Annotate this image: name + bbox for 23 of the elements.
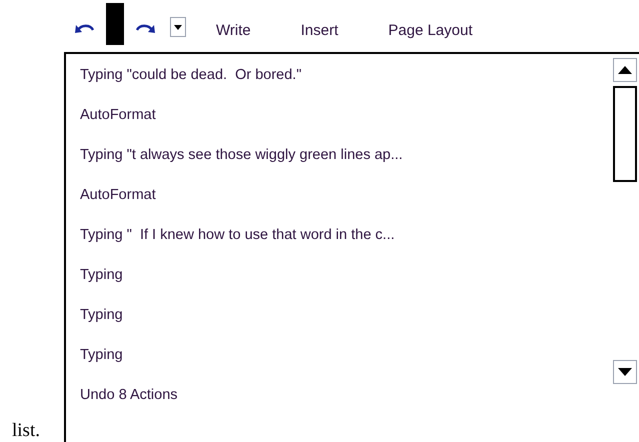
scroll-thumb[interactable] <box>613 86 637 182</box>
toolbar-separator <box>106 3 124 45</box>
caret-icon <box>174 24 182 30</box>
undo-list-item[interactable]: Typing "t always see those wiggly green lines ap... <box>80 136 609 176</box>
quick-access-dropdown[interactable] <box>170 17 186 37</box>
undo-list-item[interactable]: Typing "could be dead. Or bored." <box>80 56 609 96</box>
down-arrow-icon <box>618 368 632 376</box>
document-text: list. <box>11 421 40 442</box>
undo-list-item[interactable]: Typing <box>80 256 609 296</box>
undo-icon[interactable] <box>72 22 96 36</box>
undo-count-label: Undo 8 Actions <box>80 386 179 406</box>
undo-list-item[interactable]: AutoFormat <box>80 96 609 136</box>
ribbon-tab[interactable]: Page Layout <box>388 20 472 42</box>
undo-list-item[interactable]: Typing " If I knew how to use that word in the c... <box>80 216 609 256</box>
up-arrow-icon <box>618 66 632 74</box>
scroll-up-button[interactable] <box>613 58 637 82</box>
undo-list-item[interactable]: Typing <box>80 296 609 336</box>
redo-icon[interactable] <box>134 22 158 36</box>
ribbon-tab[interactable]: Write <box>216 20 251 42</box>
undo-list-item[interactable]: AutoFormat <box>80 176 609 216</box>
undo-list-item[interactable]: Typing <box>80 336 609 376</box>
scroll-down-button[interactable] <box>613 360 637 384</box>
ribbon-tab[interactable]: Insert <box>300 20 338 42</box>
